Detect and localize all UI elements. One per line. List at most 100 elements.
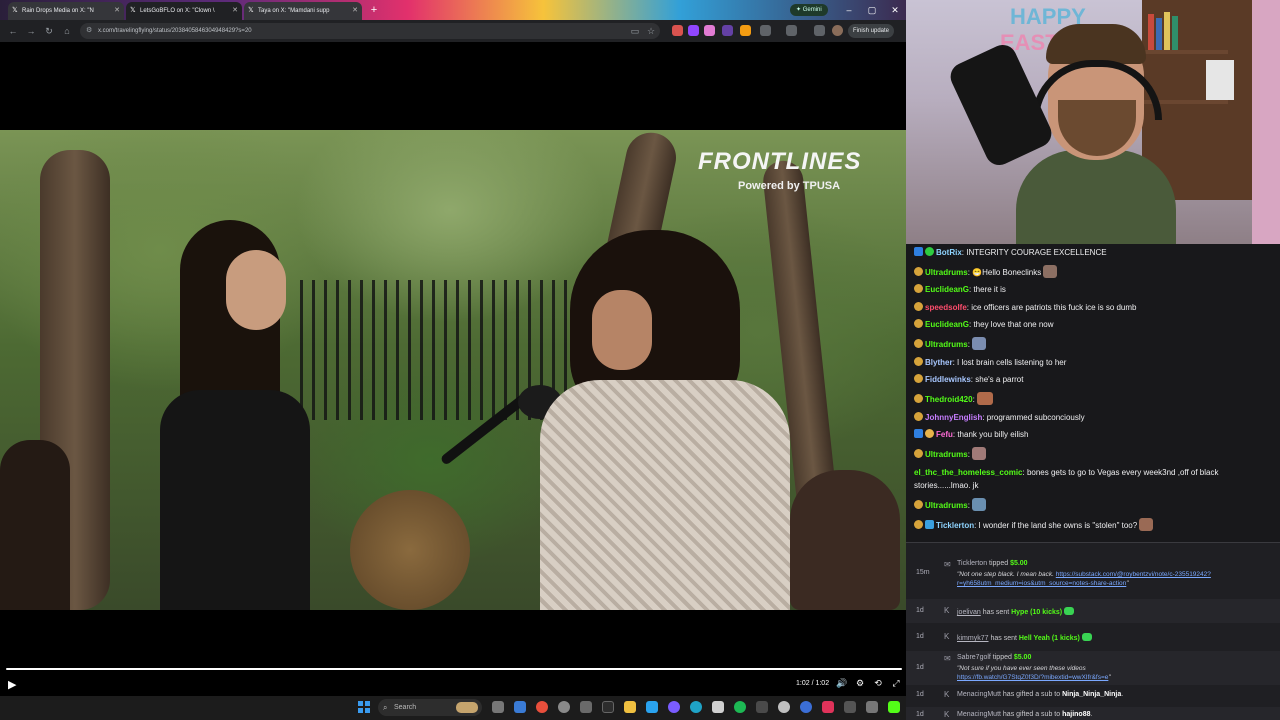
sidebar-icon[interactable] <box>786 25 797 36</box>
close-window-icon[interactable]: ✕ <box>888 3 902 17</box>
event-link[interactable]: r=yh658utm_medium=ios&utm_source=notes-s… <box>957 580 1126 587</box>
downloads-icon[interactable] <box>814 25 825 36</box>
event-user[interactable]: MenacingMutt <box>957 691 1001 698</box>
spotify-icon[interactable] <box>734 701 746 713</box>
app-icon[interactable] <box>690 701 702 713</box>
progress-bar[interactable] <box>6 668 902 670</box>
chat-text: : there it is <box>969 285 1006 294</box>
tab-strip: 𝕏 Rain Drops Media on X: "N ✕ 𝕏 LetsGoBF… <box>0 0 906 20</box>
chat-username[interactable]: Ultradrums <box>925 268 968 277</box>
chat-username[interactable]: JohnnyEnglish <box>925 413 982 422</box>
chat-username[interactable]: Blyther <box>925 358 953 367</box>
extension-icon[interactable] <box>704 25 715 36</box>
volume-icon[interactable]: 🔊 <box>836 678 848 689</box>
app-icon[interactable] <box>646 701 658 713</box>
tab-3[interactable]: 𝕏 Taya on X: "Mamdani supp ✕ <box>244 2 362 20</box>
windows-start-icon[interactable] <box>358 701 370 713</box>
event-target[interactable]: Ninja_Ninja_Ninja <box>1062 691 1121 698</box>
chat-username[interactable]: Fiddlewinks <box>925 375 971 384</box>
address-bar[interactable]: ⚙ x.com/travelingflying/status/203840584… <box>80 23 660 39</box>
minimize-icon[interactable]: – <box>842 3 856 17</box>
terminal-icon[interactable] <box>602 701 614 713</box>
file-explorer-icon[interactable] <box>624 701 636 713</box>
chat-username[interactable]: speedsolfe <box>925 303 967 312</box>
event-user[interactable]: Ticklerton <box>957 560 987 567</box>
event-link[interactable]: https://substack.com/@roybentzvi/note/c-… <box>1056 571 1211 578</box>
event-user[interactable]: Sabre7golf <box>957 654 991 661</box>
kick-icon[interactable] <box>888 701 900 713</box>
taskbar-search[interactable]: ⌕ Search <box>378 699 482 716</box>
profile-avatar[interactable] <box>832 25 843 36</box>
tab-1-title: Rain Drops Media on X: "N <box>22 8 94 14</box>
task-view-icon[interactable] <box>492 701 504 713</box>
close-tab-icon[interactable]: ✕ <box>114 2 120 20</box>
event-user[interactable]: kimmyk77 <box>957 635 989 642</box>
reload-icon[interactable]: ↻ <box>42 24 56 38</box>
video-frame[interactable]: FRONTLINES Powered by TPUSA <box>0 130 906 610</box>
extension-icon[interactable] <box>740 25 751 36</box>
loop-icon[interactable]: ⟲ <box>872 678 884 689</box>
chat-username[interactable]: EuclideanG <box>925 285 969 294</box>
chat-username[interactable]: Ultradrums <box>925 340 968 349</box>
chat-text: : they love that one now <box>969 320 1054 329</box>
play-icon[interactable]: ▶ <box>8 678 16 691</box>
chat-text: : 😁Hello Boneclinks <box>967 268 1042 277</box>
emote-icon <box>971 447 986 460</box>
close-tab-icon[interactable]: ✕ <box>352 2 358 20</box>
event-item: 15m ✉ Ticklerton tipped $5.00 "Not one s… <box>906 557 1280 597</box>
new-tab-button[interactable]: + <box>368 3 380 17</box>
app-icon[interactable] <box>844 701 856 713</box>
extension-icon[interactable] <box>688 25 699 36</box>
x-logo-icon: 𝕏 <box>12 7 18 14</box>
tab-1[interactable]: 𝕏 Rain Drops Media on X: "N ✕ <box>8 2 124 20</box>
twitch-extension-icon[interactable] <box>722 25 733 36</box>
fullscreen-icon[interactable]: ⤢ <box>890 678 902 689</box>
chat-username[interactable]: Thedroid420 <box>925 395 973 404</box>
tab-2[interactable]: 𝕏 LetsGoBFLO on X: "Clown \ ✕ <box>126 2 242 20</box>
app-icon[interactable] <box>580 701 592 713</box>
chat-username[interactable]: BotRix <box>936 248 962 257</box>
settings-icon[interactable]: ⚙ <box>854 678 866 689</box>
chat-message: Ultradrums: <box>914 447 1274 461</box>
app-icon[interactable] <box>778 701 790 713</box>
kick-k-icon: K <box>944 632 950 641</box>
cast-icon[interactable]: ▭ <box>628 24 642 38</box>
app-icon[interactable] <box>800 701 812 713</box>
app-icon[interactable] <box>558 701 570 713</box>
event-user[interactable]: joelivan <box>957 609 981 616</box>
event-user[interactable]: MenacingMutt <box>957 711 1001 718</box>
chat-username[interactable]: Ticklerton <box>936 521 974 530</box>
chat-username[interactable]: Fefu <box>936 430 953 439</box>
chat-username[interactable]: el_thc_the_homeless_comic <box>914 468 1023 477</box>
chat-text: : INTEGRITY COURAGE EXCELLENCE <box>961 248 1107 257</box>
extensions-puzzle-icon[interactable] <box>760 25 771 36</box>
chrome-icon[interactable] <box>536 701 548 713</box>
chat-message: EuclideanG: they love that one now <box>914 319 1274 331</box>
event-age: 1d <box>916 607 924 614</box>
app-icon[interactable] <box>756 701 768 713</box>
app-icon[interactable] <box>866 701 878 713</box>
gemini-button[interactable]: ✦ Gemini <box>790 4 828 16</box>
forward-icon[interactable]: → <box>24 24 38 38</box>
framed-photo <box>1206 60 1234 100</box>
chat-username[interactable]: EuclideanG <box>925 320 969 329</box>
event-action: tipped <box>987 560 1011 567</box>
chat-text: : <box>967 450 970 459</box>
search-highlight-icon <box>456 702 478 713</box>
app-icon[interactable] <box>514 701 526 713</box>
event-link[interactable]: https://fb.watch/G7StqZ0f3D/?mibextid=ww… <box>957 674 1108 681</box>
event-target[interactable]: hajino88 <box>1062 711 1090 718</box>
bookmark-star-icon[interactable]: ☆ <box>644 24 658 38</box>
maximize-icon[interactable]: ▢ <box>865 3 879 17</box>
back-icon[interactable]: ← <box>6 24 20 38</box>
gemini-label: Gemini <box>802 7 822 13</box>
app-icon[interactable] <box>712 701 724 713</box>
close-tab-icon[interactable]: ✕ <box>232 2 238 20</box>
extension-icon[interactable] <box>672 25 683 36</box>
chat-username[interactable]: Ultradrums <box>925 501 968 510</box>
home-icon[interactable]: ⌂ <box>60 24 74 38</box>
finish-update-button[interactable]: Finish update <box>848 24 895 38</box>
app-icon[interactable] <box>668 701 680 713</box>
chat-username[interactable]: Ultradrums <box>925 450 968 459</box>
app-icon[interactable] <box>822 701 834 713</box>
